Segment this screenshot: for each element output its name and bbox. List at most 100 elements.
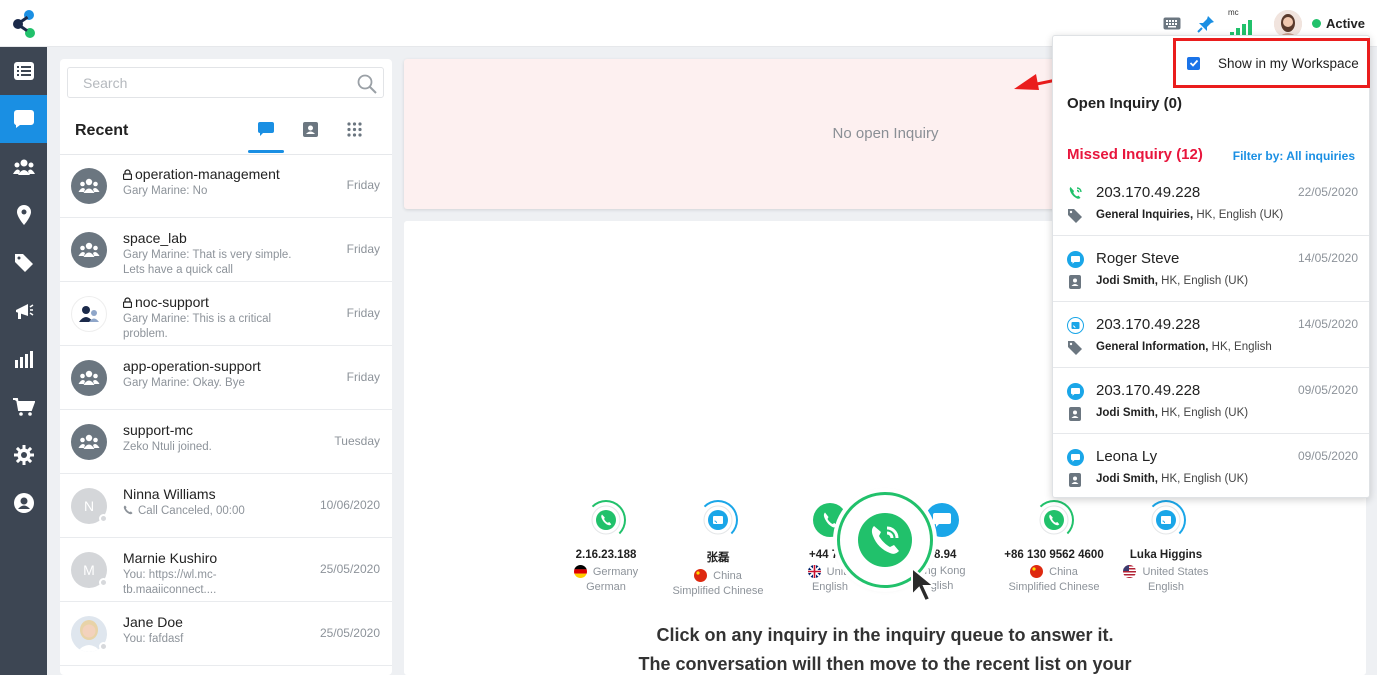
recent-list-item[interactable]: operation-management Gary Marine: No Frida… <box>60 154 392 218</box>
status-indicator[interactable]: Active <box>1311 16 1365 31</box>
gear-icon <box>13 445 34 465</box>
country-flag-icon <box>1030 565 1044 578</box>
recent-list-item[interactable]: app-operation-support Gary Marine: Okay. … <box>60 346 392 410</box>
nav-item-tags[interactable] <box>0 239 47 287</box>
keyboard-icon[interactable] <box>1162 14 1182 34</box>
letter-avatar: M <box>71 552 108 588</box>
inquiry-caller: +86 130 9562 4600 <box>1004 549 1104 561</box>
country-flag-icon <box>807 565 821 578</box>
conversation-name: space_lab <box>123 230 187 246</box>
group-avatar <box>71 232 107 268</box>
nav-item-location[interactable] <box>0 191 47 239</box>
filter-link[interactable]: Filter by: All inquiries <box>1233 149 1355 163</box>
phone-ringing-icon <box>858 513 912 567</box>
account-icon <box>13 493 34 513</box>
country-flag-icon <box>694 569 708 582</box>
conversation-preview: Gary Marine: No <box>123 185 208 197</box>
missed-inquiry-date: 14/05/2020 <box>1297 317 1358 331</box>
recent-list-item[interactable]: N Ninna Williams Call Canceled, 00:00 10/06… <box>60 474 392 538</box>
missed-inquiry-date: 09/05/2020 <box>1297 383 1358 397</box>
status-dot-icon <box>1311 19 1321 28</box>
queue-inquiry-item[interactable]: 张磊 China Simplified Chinese <box>662 500 774 597</box>
queue-inquiry-item[interactable]: +86 130 9562 4600 China Simplified Chinese <box>998 500 1110 593</box>
lock-icon <box>122 297 133 309</box>
missed-inquiry-details: General Information, HK, English <box>1096 341 1272 353</box>
tag-icon <box>1068 341 1082 355</box>
inquiry-country: Germany <box>550 565 662 578</box>
missed-inquiry-item[interactable]: Leona Ly 09/05/2020 Jodi Smith, HK, Englis… <box>1053 434 1369 500</box>
letter-avatar: N <box>71 488 108 524</box>
user-avatar[interactable] <box>1273 9 1302 38</box>
conversation-date: 25/05/2020 <box>319 562 380 576</box>
conversation-name: operation-management <box>122 166 280 182</box>
tab-apps[interactable] <box>332 119 376 153</box>
missed-inquiry-item[interactable]: 203.170.49.228 09/05/2020 Jodi Smith, HK, … <box>1053 368 1369 434</box>
inquiry-language: Simplified Chinese <box>672 585 764 597</box>
missed-inquiry-details: Jodi Smith, HK, English (UK) <box>1096 473 1249 485</box>
conversation-date: 10/06/2020 <box>319 498 380 512</box>
recent-list-item[interactable]: support-mc Zeko Ntuli joined. Tuesday <box>60 410 392 474</box>
nav-item-list[interactable] <box>0 47 47 95</box>
missed-inquiry-name: 203.170.49.228 <box>1096 316 1201 333</box>
conversation-date: Friday <box>346 178 380 192</box>
nav-item-cart[interactable] <box>0 383 47 431</box>
chat-bubble-icon <box>1067 383 1084 400</box>
conversation-preview: Gary Marine: This is a critical problem. <box>123 313 272 340</box>
nav-item-users[interactable] <box>0 143 47 191</box>
conversation-date: Tuesday <box>334 434 380 448</box>
recent-list-item[interactable]: noc-support Gary Marine: This is a critic… <box>60 282 392 346</box>
missed-inquiry-item[interactable]: 203.170.49.228 14/05/2020 General Informat… <box>1053 302 1369 368</box>
nav-item-chat[interactable] <box>0 95 47 143</box>
avatar-letter: M <box>83 562 95 578</box>
photo-avatar <box>71 616 108 652</box>
chat-bubble-icon <box>933 513 951 527</box>
recent-list-item[interactable]: space_lab Gary Marine: That is very simpl… <box>60 218 392 282</box>
recent-list: operation-management Gary Marine: No Frida… <box>60 154 392 666</box>
country-flag-icon <box>573 565 587 578</box>
queue-inquiry-item[interactable]: Luka Higgins United States English <box>1110 500 1222 593</box>
conversation-preview: Gary Marine: Okay. Bye <box>123 377 245 389</box>
nav-item-analytics[interactable] <box>0 335 47 383</box>
tab-chats[interactable] <box>244 119 288 153</box>
recent-list-item[interactable]: Jane Doe You: fafdasf 25/05/2020 <box>60 602 392 666</box>
missed-inquiry-list: 203.170.49.228 22/05/2020 General Inquirie… <box>1053 170 1369 500</box>
team-icon <box>79 306 99 322</box>
conversation-preview: Zeko Ntuli joined. <box>123 441 212 453</box>
nav-item-account[interactable] <box>0 479 47 527</box>
conversation-name: Jane Doe <box>123 614 183 630</box>
contact-card-icon <box>1069 275 1081 289</box>
conversation-date: Friday <box>346 306 380 320</box>
conversation-preview: You: fafdasf <box>123 633 184 645</box>
inquiry-language: Simplified Chinese <box>1008 581 1100 593</box>
missed-inquiry-item[interactable]: Roger Steve 14/05/2020 Jodi Smith, HK, Eng… <box>1053 236 1369 302</box>
group-avatar <box>71 360 107 396</box>
signal-strength-icon: mc <box>1228 8 1256 38</box>
contact-card-icon <box>1069 407 1081 421</box>
conversation-name: Marnie Kushiro <box>123 550 218 566</box>
nav-item-campaign[interactable] <box>0 287 47 335</box>
workspace-label: Show in my Workspace <box>1218 55 1359 71</box>
pin-icon[interactable] <box>1196 14 1216 34</box>
phone-icon <box>1069 187 1082 199</box>
tag-icon <box>14 254 33 272</box>
tag-icon <box>1068 209 1082 223</box>
app-logo-icon[interactable] <box>10 9 40 39</box>
missed-inquiry-details: Jodi Smith, HK, English (UK) <box>1096 275 1249 287</box>
tab-contacts[interactable] <box>288 119 332 153</box>
recent-title: Recent <box>75 122 129 139</box>
missed-inquiry-item[interactable]: 203.170.49.228 22/05/2020 General Inquirie… <box>1053 170 1369 236</box>
recent-list-item[interactable]: M Marnie Kushiro You: https://wl.mc-tb.maa… <box>60 538 392 602</box>
missed-inquiry-date: 09/05/2020 <box>1297 449 1358 463</box>
workspace-toggle[interactable]: Show in my Workspace <box>1173 38 1370 88</box>
queue-inquiry-item[interactable]: 2.16.23.188 Germany German <box>550 500 662 593</box>
group-avatar <box>71 168 107 204</box>
inquiry-country: China <box>998 565 1110 578</box>
group-icon <box>78 370 100 385</box>
search-icon[interactable] <box>357 74 377 94</box>
conversation-preview: Gary Marine: That is very simple. Lets h… <box>123 249 292 276</box>
missed-inquiry-date: 22/05/2020 <box>1297 185 1358 199</box>
nav-item-settings[interactable] <box>0 431 47 479</box>
search-input[interactable] <box>68 74 348 91</box>
workspace-checkbox[interactable] <box>1187 56 1200 70</box>
missed-inquiry-details: Jodi Smith, HK, English (UK) <box>1096 407 1249 419</box>
